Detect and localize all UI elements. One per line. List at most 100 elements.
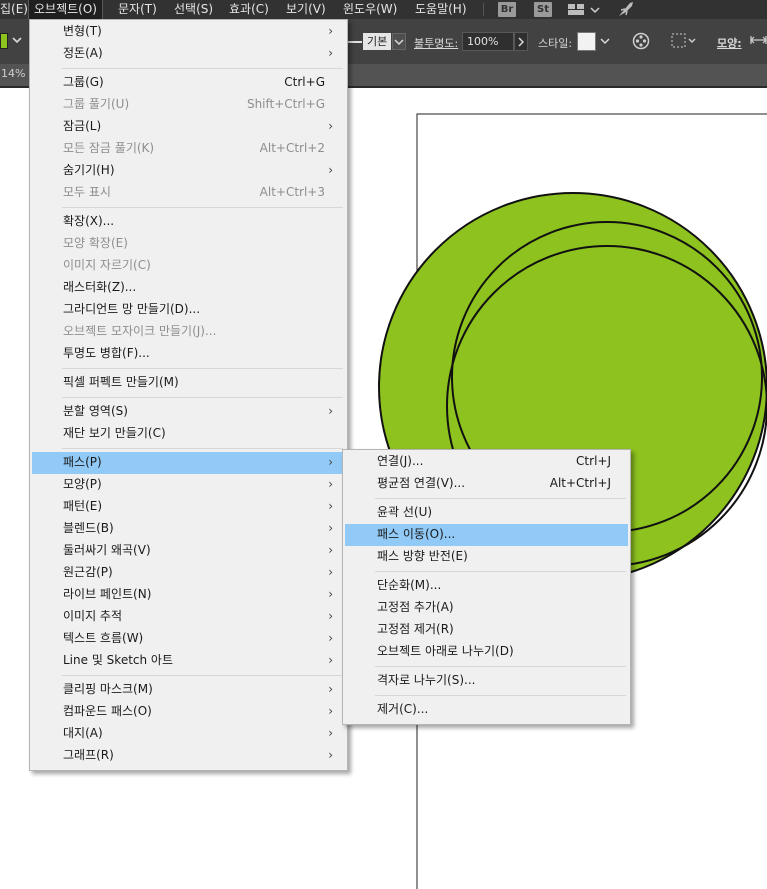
menu-select[interactable]: 선택(S) xyxy=(174,0,213,19)
bridge-icon[interactable]: Br xyxy=(498,2,516,17)
path-submenu-item[interactable]: 고정점 제거(R) xyxy=(345,619,628,641)
workspace-layout-icon[interactable] xyxy=(567,2,603,20)
stroke-profile-chevron-icon[interactable] xyxy=(392,33,406,50)
menu-divider xyxy=(62,675,343,676)
object-menu-item[interactable]: 재단 보기 만들기(C) xyxy=(32,423,345,445)
object-menu-item[interactable]: 잠금(L) › xyxy=(32,116,345,138)
opacity-arrow-icon[interactable] xyxy=(514,32,528,51)
path-submenu-item[interactable]: 패스 이동(O)... xyxy=(345,524,628,546)
menubar-divider xyxy=(483,3,484,16)
object-menu-item[interactable]: 모두 표시 Alt+Ctrl+3 xyxy=(32,182,345,204)
menu-type[interactable]: 문자(T) xyxy=(118,0,157,19)
menu-divider xyxy=(62,68,343,69)
object-menu-item[interactable]: 그룹(G) Ctrl+G xyxy=(32,72,345,94)
menu-divider xyxy=(375,498,626,499)
align-selection-icon[interactable] xyxy=(670,32,698,53)
path-submenu-item[interactable]: 평균점 연결(V)... Alt+Ctrl+J xyxy=(345,473,628,495)
menu-object[interactable]: 오브젝트(O) xyxy=(28,0,103,20)
width-tool-icon[interactable] xyxy=(750,33,767,50)
object-menu-item[interactable]: 그래프(R) › xyxy=(32,745,345,767)
object-menu-item[interactable]: 그룹 풀기(U) Shift+Ctrl+G xyxy=(32,94,345,116)
recolor-artwork-icon[interactable] xyxy=(631,31,651,54)
chevron-right-icon: › xyxy=(328,521,333,535)
menu-item-label: 이미지 추적 xyxy=(63,609,123,623)
chevron-right-icon: › xyxy=(328,477,333,491)
object-menu-item[interactable]: 블렌드(B) › xyxy=(32,518,345,540)
object-menu-item[interactable]: 모든 잠금 풀기(K) Alt+Ctrl+2 xyxy=(32,138,345,160)
object-menu-item[interactable]: 패스(P) › xyxy=(32,452,345,474)
chevron-right-icon: › xyxy=(328,587,333,601)
object-menu-item[interactable]: 이미지 자르기(C) xyxy=(32,255,345,277)
menu-item-label: 모양 확장(E) xyxy=(63,236,128,250)
path-submenu-item[interactable]: 고정점 추가(A) xyxy=(345,597,628,619)
object-menu-item[interactable]: 텍스트 흐름(W) › xyxy=(32,628,345,650)
menu-help[interactable]: 도움말(H) xyxy=(415,0,467,19)
rocket-icon[interactable] xyxy=(616,1,636,21)
menu-edit[interactable]: 집(E) xyxy=(0,0,28,19)
menu-item-label: 래스터화(Z)... xyxy=(63,280,137,294)
menu-item-label: 투명도 병합(F)... xyxy=(63,346,150,360)
path-submenu-item[interactable]: 오브젝트 아래로 나누기(D) xyxy=(345,641,628,663)
path-submenu-item[interactable]: 윤곽 선(U) xyxy=(345,502,628,524)
menu-item-label: 재단 보기 만들기(C) xyxy=(63,426,166,440)
object-menu-item[interactable]: 컴파운드 패스(O) › xyxy=(32,701,345,723)
menu-item-label: 고정점 추가(A) xyxy=(377,600,454,614)
menu-item-label: 그래프(R) xyxy=(63,748,114,762)
menu-item-label: 이미지 자르기(C) xyxy=(63,258,151,272)
menu-item-label: 정돈(A) xyxy=(63,46,103,60)
object-menu-item[interactable]: 픽셀 퍼펙트 만들기(M) xyxy=(32,372,345,394)
stock-icon[interactable]: St xyxy=(534,2,552,17)
object-menu: 변형(T) › 정돈(A) › 그룹(G) Ctrl+G 그룹 풀기(U) Shift+Ctr… xyxy=(29,19,348,771)
path-submenu-item[interactable]: 패스 방향 반전(E) xyxy=(345,546,628,568)
chevron-right-icon: › xyxy=(328,499,333,513)
object-menu-item[interactable]: 투명도 병합(F)... xyxy=(32,343,345,365)
object-menu-item[interactable]: 정돈(A) › xyxy=(32,43,345,65)
path-submenu-item[interactable]: 연결(J)... Ctrl+J xyxy=(345,451,628,473)
object-menu-item[interactable]: 모양(P) › xyxy=(32,474,345,496)
object-menu-item[interactable]: 둘러싸기 왜곡(V) › xyxy=(32,540,345,562)
shape-label[interactable]: 모양: xyxy=(717,35,742,51)
stroke-line-icon xyxy=(348,41,362,43)
menu-window[interactable]: 윈도우(W) xyxy=(343,0,397,19)
menu-item-shortcut: Alt+Ctrl+J xyxy=(549,476,611,490)
opacity-input[interactable]: 100% xyxy=(462,32,514,51)
menu-divider xyxy=(62,368,343,369)
menu-view[interactable]: 보기(V) xyxy=(286,0,326,19)
object-menu-item[interactable]: Line 및 Sketch 아트 › xyxy=(32,650,345,672)
object-menu-item[interactable]: 대지(A) › xyxy=(32,723,345,745)
path-submenu-item[interactable]: 단순화(M)... xyxy=(345,575,628,597)
path-submenu-item[interactable]: 제거(C)... xyxy=(345,699,628,721)
object-menu-item[interactable]: 래스터화(Z)... xyxy=(32,277,345,299)
style-label: 스타일: xyxy=(538,37,573,50)
object-menu-item[interactable]: 패턴(E) › xyxy=(32,496,345,518)
menu-item-shortcut: Alt+Ctrl+3 xyxy=(259,185,325,199)
menu-item-label: 컴파운드 패스(O) xyxy=(63,704,152,718)
stroke-profile-field[interactable]: 기본 xyxy=(363,33,392,50)
object-menu-item[interactable]: 이미지 추적 › xyxy=(32,606,345,628)
style-swatch[interactable] xyxy=(577,32,596,51)
object-menu-item[interactable]: 확장(X)... xyxy=(32,211,345,233)
menu-item-label: 모양(P) xyxy=(63,477,102,491)
object-menu-item[interactable]: 분할 영역(S) › xyxy=(32,401,345,423)
chevron-right-icon: › xyxy=(328,455,333,469)
opacity-label[interactable]: 불투명도: xyxy=(414,35,458,51)
object-menu-item[interactable]: 오브젝트 모자이크 만들기(J)... xyxy=(32,321,345,343)
menu-item-shortcut: Ctrl+J xyxy=(576,454,611,468)
chevron-right-icon: › xyxy=(328,543,333,557)
menu-item-label: 패스 이동(O)... xyxy=(377,527,456,541)
menu-item-label: 분할 영역(S) xyxy=(63,404,128,418)
object-menu-item[interactable]: 모양 확장(E) xyxy=(32,233,345,255)
menu-divider xyxy=(62,207,343,208)
fill-dropdown-chevron-icon[interactable] xyxy=(12,34,22,49)
menu-effect[interactable]: 효과(C) xyxy=(229,0,269,19)
fill-swatch[interactable] xyxy=(0,33,8,49)
object-menu-item[interactable]: 그라디언트 망 만들기(D)... xyxy=(32,299,345,321)
path-submenu-item[interactable]: 격자로 나누기(S)... xyxy=(345,670,628,692)
object-menu-item[interactable]: 변형(T) › xyxy=(32,21,345,43)
object-menu-item[interactable]: 원근감(P) › xyxy=(32,562,345,584)
style-chevron-icon[interactable] xyxy=(600,33,610,52)
object-menu-item[interactable]: 숨기기(H) › xyxy=(32,160,345,182)
object-menu-item[interactable]: 클리핑 마스크(M) › xyxy=(32,679,345,701)
object-menu-item[interactable]: 라이브 페인트(N) › xyxy=(32,584,345,606)
menu-item-label: 라이브 페인트(N) xyxy=(63,587,152,601)
